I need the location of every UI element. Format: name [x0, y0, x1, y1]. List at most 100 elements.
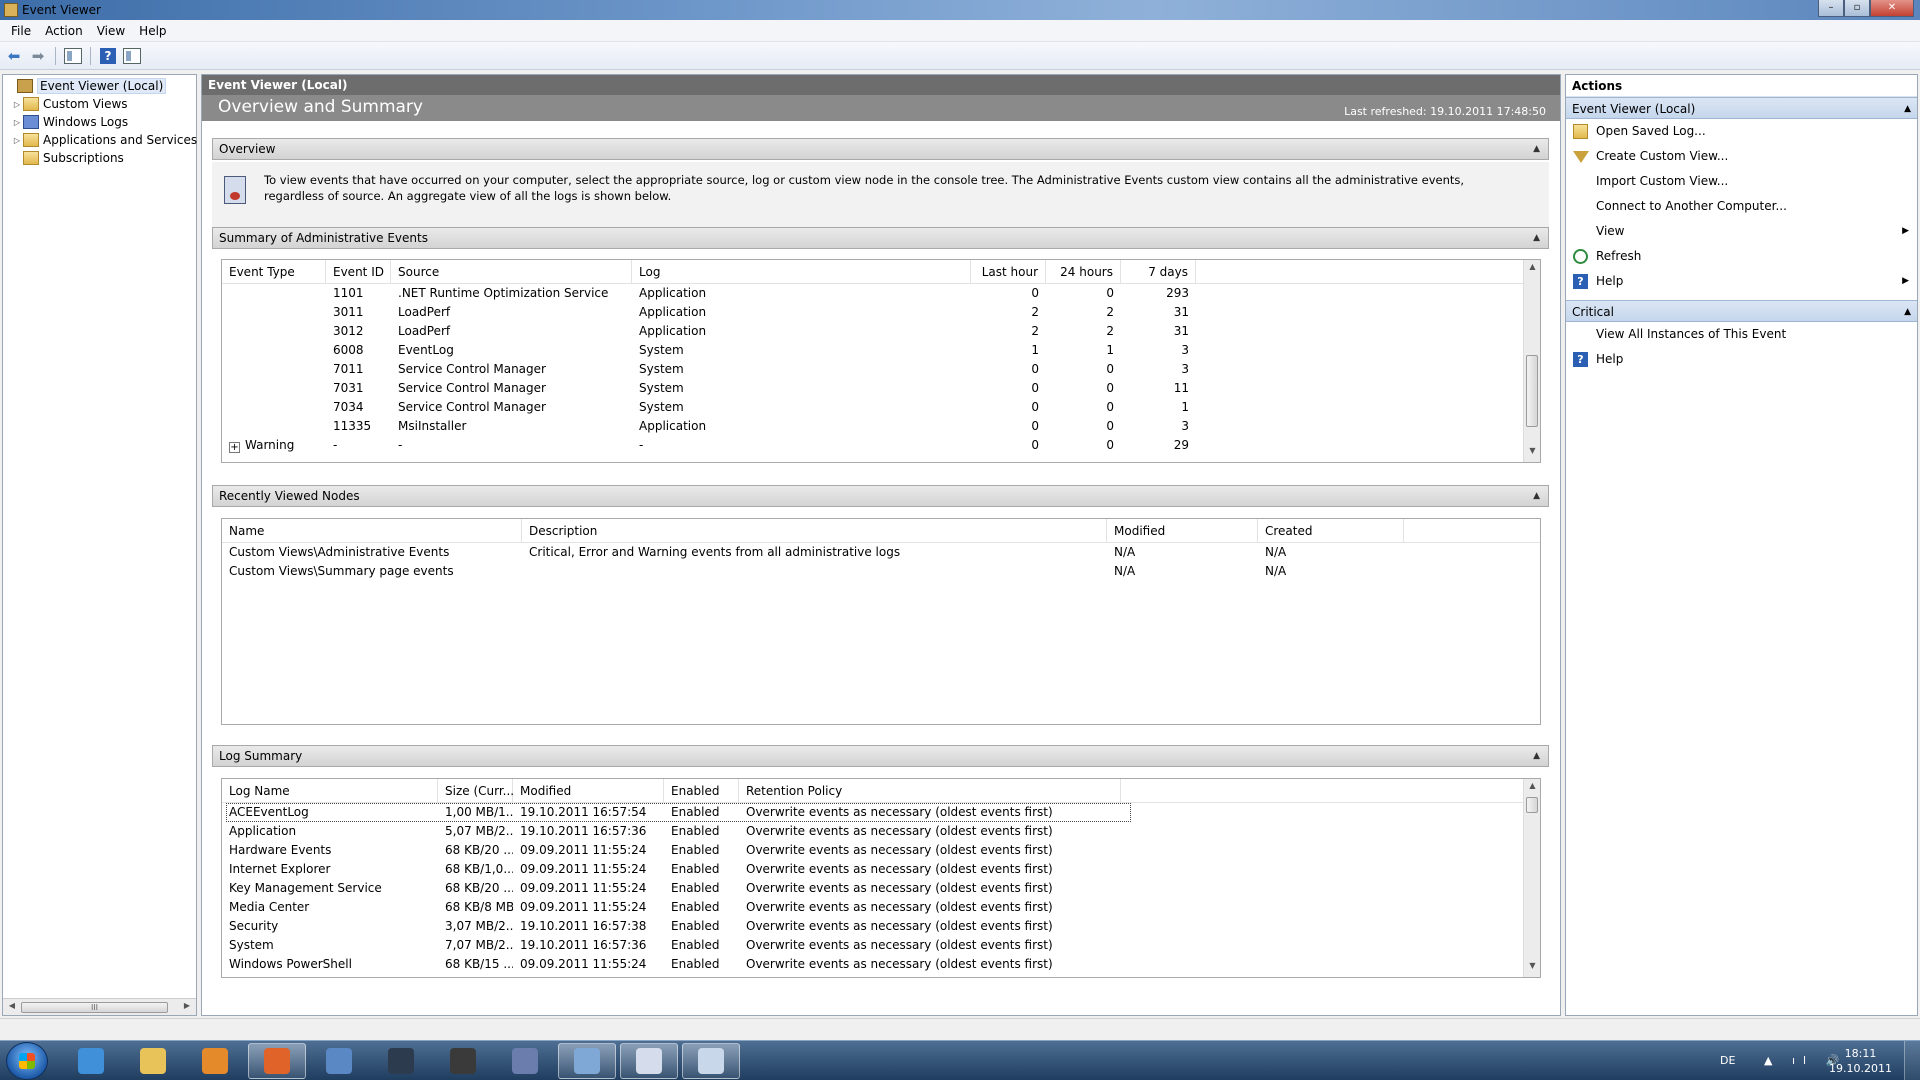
scroll-up-icon[interactable]: ▲ [1524, 262, 1540, 276]
column-header-event-type[interactable]: Event Type [222, 260, 326, 284]
column-header-name[interactable]: Name [222, 519, 522, 543]
taskbar-button[interactable] [620, 1043, 678, 1079]
menu-file[interactable]: File [4, 22, 38, 40]
scroll-up-icon[interactable]: ▲ [1524, 781, 1540, 795]
scrollbar-thumb[interactable]: III [21, 1002, 168, 1013]
forward-arrow-icon[interactable]: ➡ [28, 46, 48, 66]
taskbar-button[interactable] [186, 1043, 244, 1079]
tree-item-applications-and-services-logs[interactable]: ▷ Applications and Services Lo [11, 131, 215, 149]
taskbar-button[interactable] [310, 1043, 368, 1079]
log-summary-vertical-scrollbar[interactable]: ▲ ▼ [1523, 779, 1540, 977]
action-import-custom-view[interactable]: Import Custom View... [1566, 169, 1917, 194]
taskbar-button[interactable] [62, 1043, 120, 1079]
taskbar-button[interactable] [124, 1043, 182, 1079]
table-row-selected[interactable]: ACEEventLog 1,00 MB/1... 19.10.2011 16:5… [222, 803, 1540, 822]
scrollbar-thumb[interactable] [1526, 355, 1538, 427]
collapse-icon[interactable]: ▲ [1533, 228, 1540, 248]
table-row[interactable]: 11335 MsiInstaller Application 0 0 3 [222, 417, 1540, 436]
window-title-bar[interactable]: Event Viewer – ▫ ✕ [0, 0, 1920, 20]
table-row[interactable]: 7031 Service Control Manager System 0 0 … [222, 379, 1540, 398]
table-row[interactable]: Windows PowerShell 68 KB/15 ... 09.09.20… [222, 955, 1540, 974]
column-header-log-name[interactable]: Log Name [222, 779, 438, 803]
show-hide-action-pane-button[interactable] [122, 46, 142, 66]
actions-group-event-viewer-local[interactable]: Event Viewer (Local) ▲ [1566, 97, 1917, 119]
menu-action[interactable]: Action [38, 22, 90, 40]
action-open-saved-log[interactable]: Open Saved Log... [1566, 119, 1917, 144]
scroll-right-icon[interactable]: ▶ [181, 1001, 193, 1010]
start-button[interactable] [6, 1042, 48, 1080]
taskbar-button[interactable] [496, 1043, 554, 1079]
expand-arrow-icon[interactable]: ▷ [11, 118, 23, 127]
scroll-down-icon[interactable]: ▼ [1524, 961, 1540, 975]
taskbar-button[interactable] [372, 1043, 430, 1079]
column-header-size[interactable]: Size (Curr... [438, 779, 514, 803]
expand-arrow-icon[interactable]: ▷ [11, 136, 23, 145]
tree-item-windows-logs[interactable]: ▷ Windows Logs [11, 113, 128, 131]
overview-section-header[interactable]: Overview ▲ [212, 138, 1549, 160]
summary-vertical-scrollbar[interactable]: ▲ ▼ [1523, 260, 1540, 462]
table-row[interactable]: Custom Views\Administrative Events Criti… [222, 543, 1540, 562]
column-header-description[interactable]: Description [522, 519, 1107, 543]
column-header-last-hour[interactable]: Last hour [971, 260, 1046, 284]
close-button[interactable]: ✕ [1870, 0, 1914, 17]
taskbar-button[interactable] [682, 1043, 740, 1079]
scroll-down-icon[interactable]: ▼ [1524, 446, 1540, 460]
expand-arrow-icon[interactable]: ▷ [11, 100, 23, 109]
table-row[interactable]: Custom Views\Summary page events N/A N/A [222, 562, 1540, 581]
table-row[interactable]: Application 5,07 MB/2... 19.10.2011 16:5… [222, 822, 1540, 841]
table-row[interactable]: 3012 LoadPerf Application 2 2 31 [222, 322, 1540, 341]
table-row[interactable]: 1101 .NET Runtime Optimization Service A… [222, 284, 1540, 303]
column-header-source[interactable]: Source [391, 260, 632, 284]
minimize-button[interactable]: – [1818, 0, 1844, 17]
table-row[interactable]: Security 3,07 MB/2... 19.10.2011 16:57:3… [222, 917, 1540, 936]
expand-plus-icon[interactable]: + [229, 442, 240, 453]
collapse-icon[interactable]: ▲ [1904, 301, 1911, 323]
table-row[interactable]: Hardware Events 68 KB/20 ... 09.09.2011 … [222, 841, 1540, 860]
taskbar-button[interactable] [434, 1043, 492, 1079]
scroll-left-icon[interactable]: ◀ [6, 1001, 18, 1010]
actions-group-critical[interactable]: Critical ▲ [1566, 300, 1917, 322]
help-button[interactable]: ? [98, 46, 118, 66]
column-header-enabled[interactable]: Enabled [664, 779, 739, 803]
action-help-critical[interactable]: ? Help [1566, 347, 1917, 372]
back-arrow-icon[interactable]: ⬅ [4, 46, 24, 66]
action-refresh[interactable]: Refresh [1566, 244, 1917, 269]
table-row[interactable]: 3011 LoadPerf Application 2 2 31 [222, 303, 1540, 322]
tree-item-custom-views[interactable]: ▷ Custom Views [11, 95, 128, 113]
menu-help[interactable]: Help [132, 22, 173, 40]
table-row[interactable]: Media Center 68 KB/8 MB 09.09.2011 11:55… [222, 898, 1540, 917]
action-connect-to-another-computer[interactable]: Connect to Another Computer... [1566, 194, 1917, 219]
collapse-icon[interactable]: ▲ [1533, 486, 1540, 506]
table-row[interactable]: Internet Explorer 68 KB/1,0... 09.09.201… [222, 860, 1540, 879]
action-view[interactable]: View ▶ [1566, 219, 1917, 244]
collapse-icon[interactable]: ▲ [1533, 746, 1540, 766]
show-desktop-button[interactable] [1904, 1041, 1920, 1080]
column-header-7-days[interactable]: 7 days [1121, 260, 1196, 284]
table-row[interactable]: 7034 Service Control Manager System 0 0 … [222, 398, 1540, 417]
column-header-event-id[interactable]: Event ID [326, 260, 391, 284]
tree-item-subscriptions[interactable]: Subscriptions [11, 149, 124, 167]
recent-nodes-section-header[interactable]: Recently Viewed Nodes ▲ [212, 485, 1549, 507]
action-view-all-instances[interactable]: View All Instances of This Event [1566, 322, 1917, 347]
summary-section-header[interactable]: Summary of Administrative Events ▲ [212, 227, 1549, 249]
column-header-24-hours[interactable]: 24 hours [1046, 260, 1121, 284]
action-help[interactable]: ? Help ▶ [1566, 269, 1917, 294]
taskbar-button[interactable] [558, 1043, 616, 1079]
table-row[interactable]: Key Management Service 68 KB/20 ... 09.0… [222, 879, 1540, 898]
column-header-modified[interactable]: Modified [513, 779, 664, 803]
collapse-icon[interactable]: ▲ [1904, 98, 1911, 120]
column-header-log[interactable]: Log [632, 260, 971, 284]
show-hide-console-tree-button[interactable] [63, 46, 83, 66]
collapse-icon[interactable]: ▲ [1533, 139, 1540, 159]
language-indicator[interactable]: DE [1720, 1054, 1735, 1067]
table-row[interactable]: System 7,07 MB/2... 19.10.2011 16:57:36 … [222, 936, 1540, 955]
table-row[interactable]: 6008 EventLog System 1 1 3 [222, 341, 1540, 360]
log-summary-section-header[interactable]: Log Summary ▲ [212, 745, 1549, 767]
tree-horizontal-scrollbar[interactable]: ◀ III ▶ [3, 998, 196, 1015]
column-header-created[interactable]: Created [1258, 519, 1404, 543]
menu-view[interactable]: View [90, 22, 132, 40]
column-header-retention-policy[interactable]: Retention Policy [739, 779, 1121, 803]
action-create-custom-view[interactable]: Create Custom View... [1566, 144, 1917, 169]
taskbar-button[interactable] [248, 1043, 306, 1079]
column-header-modified[interactable]: Modified [1107, 519, 1258, 543]
